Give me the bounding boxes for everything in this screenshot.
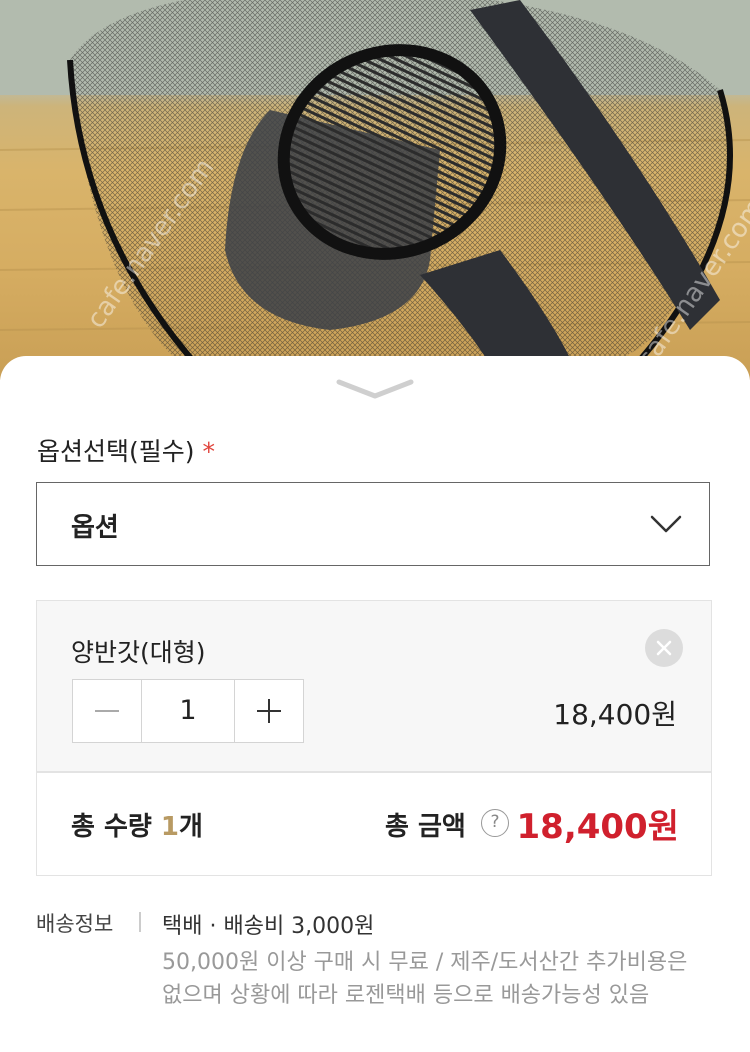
option-select-value: 옵션	[71, 513, 119, 543]
total-amount-value: 18,400원	[516, 807, 679, 847]
help-icon[interactable]: ?	[481, 809, 509, 837]
decrease-quantity-button[interactable]	[73, 680, 142, 742]
shipping-method-fee: 택배 · 배송비 3,000원	[162, 914, 375, 939]
option-title-text: 옵션선택(필수)	[37, 437, 195, 466]
quantity-stepper: 1	[72, 679, 304, 743]
remove-item-button[interactable]	[645, 629, 683, 667]
option-select[interactable]: 옵션	[36, 482, 710, 566]
selected-item-name: 양반갓(대형)	[71, 638, 206, 667]
shipping-separator	[139, 912, 141, 932]
quantity-value[interactable]: 1	[142, 680, 235, 742]
sheet-collapse-handle-icon[interactable]	[335, 376, 415, 406]
shipping-label: 배송정보	[36, 912, 114, 936]
chevron-down-icon	[650, 515, 682, 533]
item-price: 18,400원	[553, 698, 677, 731]
total-quantity: 총 수량 1개	[71, 806, 203, 843]
required-mark: *	[202, 437, 216, 466]
plus-icon	[257, 699, 281, 723]
total-quantity-unit: 개	[178, 812, 203, 842]
option-bottom-sheet: 옵션선택(필수) * 옵션 양반갓(대형) 1 18,400원 총 수량 1개 …	[0, 356, 750, 1052]
total-quantity-number: 1	[160, 812, 179, 842]
product-photo: cafe.naver.com cafe.naver.com	[0, 0, 750, 380]
minus-icon	[95, 710, 119, 712]
close-icon	[656, 640, 672, 656]
selected-option-box: 양반갓(대형) 1 18,400원 총 수량 1개 총 금액 ? 18,400원	[36, 600, 712, 876]
increase-quantity-button[interactable]	[235, 680, 303, 742]
total-amount-label: 총 금액	[385, 812, 466, 842]
totals-row: 총 수량 1개 총 금액 ? 18,400원	[37, 773, 711, 875]
total-quantity-label: 총 수량	[71, 812, 161, 842]
option-section-title: 옵션선택(필수) *	[37, 432, 215, 468]
shipping-note: 50,000원 이상 구매 시 무료 / 제주/도서산간 추가비용은 없으며 상…	[162, 950, 688, 1008]
